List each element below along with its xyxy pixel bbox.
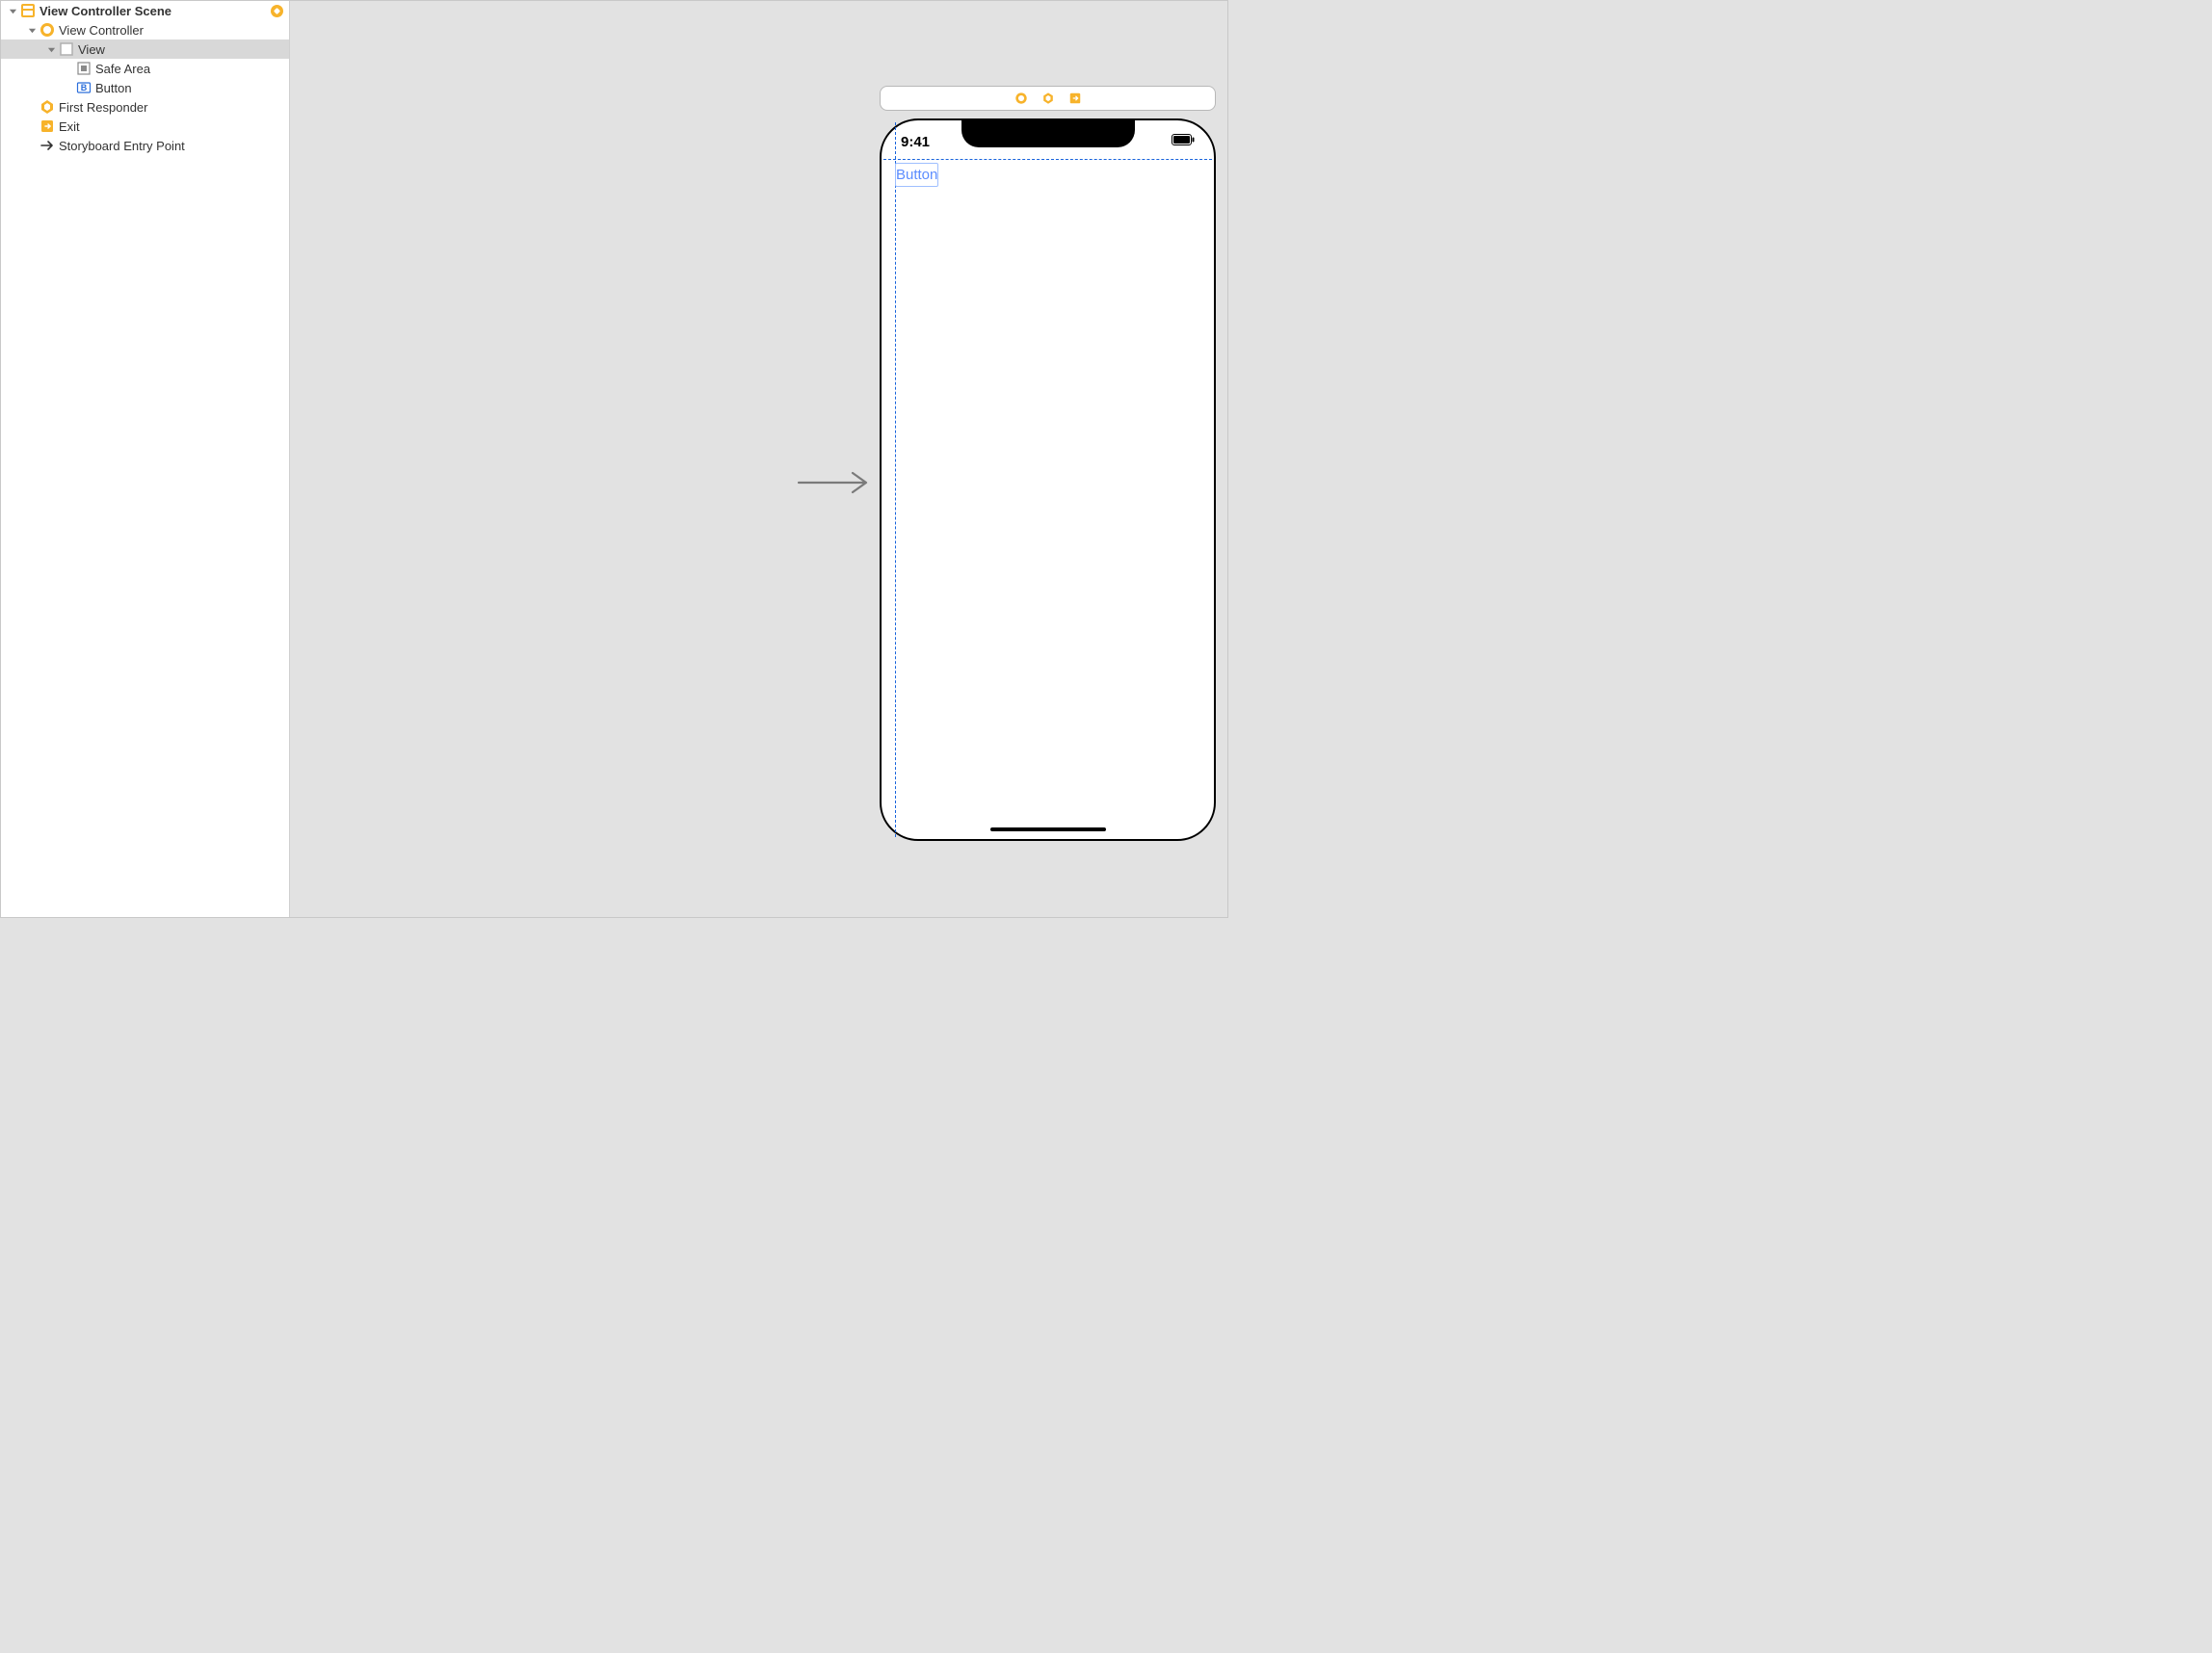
outline-scene-label: View Controller Scene <box>40 4 171 18</box>
button-element-icon: B <box>76 80 92 95</box>
outline-safearea-row[interactable]: Safe Area <box>1 59 289 78</box>
canvas-button-element[interactable]: Button <box>895 163 938 187</box>
viewcontroller-icon[interactable] <box>1014 92 1028 105</box>
outline-entrypoint-row[interactable]: Storyboard Entry Point <box>1 136 289 155</box>
disclosure-triangle-icon[interactable] <box>45 43 57 55</box>
status-time: 9:41 <box>901 130 930 150</box>
first-responder-icon <box>40 99 55 115</box>
outline-view-row[interactable]: View <box>1 39 289 59</box>
battery-icon <box>1172 129 1195 150</box>
exit-icon <box>40 118 55 134</box>
home-indicator <box>990 827 1106 831</box>
device-frame[interactable]: 9:41 Button <box>880 118 1216 841</box>
scene-status-icon[interactable] <box>271 5 283 17</box>
outline-item-label: Exit <box>59 119 80 134</box>
outline-firstresponder-row[interactable]: First Responder <box>1 97 289 117</box>
view-icon <box>59 41 74 57</box>
outline-item-label: First Responder <box>59 100 147 115</box>
safe-area-icon <box>76 61 92 76</box>
outline-item-label: View Controller <box>59 23 144 38</box>
vertical-guide <box>895 122 896 837</box>
scene-dock[interactable] <box>880 86 1216 111</box>
outline-item-label: Button <box>95 81 132 95</box>
storyboard-entry-arrow[interactable] <box>797 468 874 497</box>
exit-icon[interactable] <box>1068 92 1082 105</box>
interface-builder-canvas[interactable]: 9:41 Button <box>290 1 1227 917</box>
first-responder-icon[interactable] <box>1041 92 1055 105</box>
arrow-right-icon <box>40 138 55 153</box>
status-bar: 9:41 <box>882 120 1214 159</box>
outline-item-label: View <box>78 42 105 57</box>
storyboard-scene-icon <box>20 3 36 18</box>
outline-exit-row[interactable]: Exit <box>1 117 289 136</box>
document-outline[interactable]: View Controller Scene View Controller Vi… <box>1 1 290 917</box>
outline-item-label: Safe Area <box>95 62 150 76</box>
outline-viewcontroller-row[interactable]: View Controller <box>1 20 289 39</box>
svg-text:B: B <box>81 83 88 92</box>
canvas-button-label: Button <box>896 167 937 183</box>
viewcontroller-icon <box>40 22 55 38</box>
disclosure-triangle-icon[interactable] <box>26 24 38 36</box>
outline-button-row[interactable]: B Button <box>1 78 289 97</box>
outline-scene-row[interactable]: View Controller Scene <box>1 1 289 20</box>
disclosure-triangle-icon[interactable] <box>7 5 18 16</box>
outline-item-label: Storyboard Entry Point <box>59 139 185 153</box>
horizontal-guide <box>883 159 1212 160</box>
